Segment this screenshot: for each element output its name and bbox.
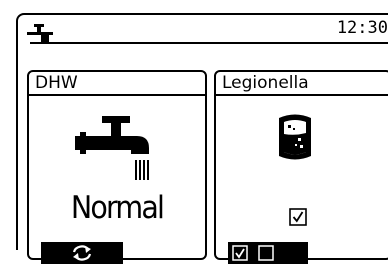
dhw-mode-label: Normal (70, 190, 165, 226)
refresh-icon (72, 245, 92, 261)
legionella-footer-bar[interactable] (228, 242, 308, 264)
clock: 12:30 (336, 18, 388, 38)
dhw-panel-header: DHW (29, 72, 205, 96)
dhw-mode-toggle-button[interactable] (41, 242, 123, 264)
tap-icon (27, 24, 53, 42)
legionella-panel[interactable]: Legionella (214, 70, 388, 264)
status-bar: 12:30 (18, 15, 388, 53)
water-tank-icon (279, 114, 311, 160)
dhw-title: DHW (35, 73, 78, 93)
legionella-enabled-checkbox[interactable] (289, 208, 307, 226)
option-checked-icon[interactable] (232, 245, 248, 261)
status-divider (30, 42, 388, 44)
legionella-title: Legionella (222, 73, 309, 93)
dhw-panel[interactable]: DHW Normal (27, 70, 207, 264)
faucet-icon (75, 116, 149, 180)
option-unchecked-icon[interactable] (258, 245, 274, 261)
display-screen: 12:30 DHW Normal Legionella (16, 13, 388, 264)
legionella-panel-header: Legionella (216, 72, 388, 96)
